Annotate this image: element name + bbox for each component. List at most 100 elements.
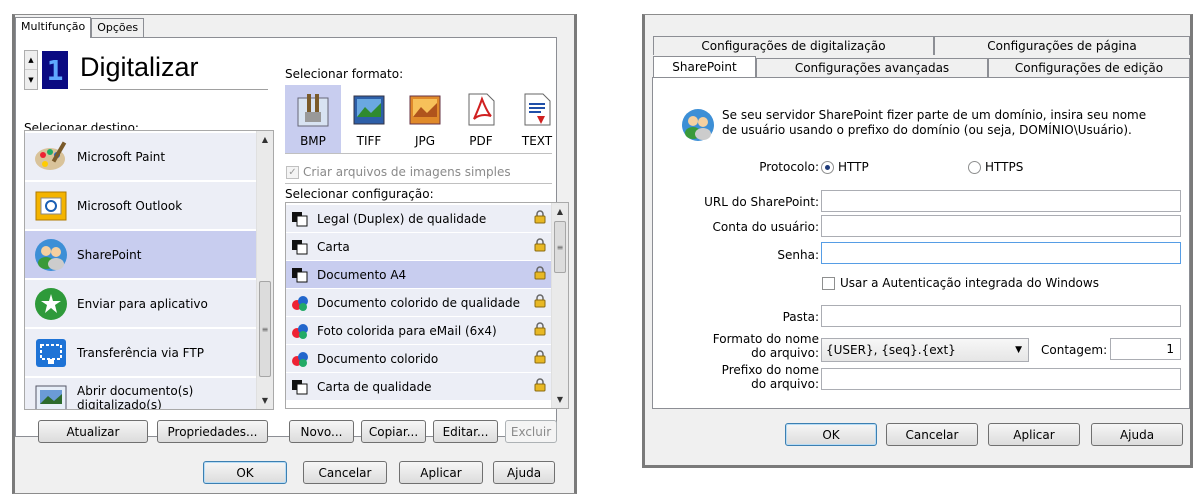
destination-label: Enviar para aplicativo [77,296,208,311]
destination-scrollbar[interactable]: ▲ ≡ ▼ [256,131,273,409]
tab-sharepoint[interactable]: SharePoint [653,56,756,77]
simple-images-label: Criar arquivos de imagens simples [303,165,511,179]
destination-label: Microsoft Outlook [77,198,183,213]
tab-scan-settings[interactable]: Configurações de digitalização [653,36,934,55]
lock-icon [534,294,546,308]
outlook-icon [35,191,67,220]
title-divider [80,89,268,90]
filename-prefix-label: Prefixo do nome do arquivo: [660,363,819,391]
color-doc-icon [292,351,308,367]
list-item[interactable]: Documento colorido de qualidade [286,289,552,316]
filename-format-label-line1: Formato do nome [712,332,819,346]
tab-advanced-settings[interactable]: Configurações avançadas [756,58,988,77]
scroll-up-icon[interactable]: ▲ [257,131,273,148]
list-item[interactable]: Documento colorido [286,345,552,372]
filename-format-label-line2: do arquivo: [751,346,819,360]
spin-up-icon[interactable]: ▲ [25,51,37,70]
list-item[interactable]: Microsoft Paint [25,133,257,180]
list-item[interactable]: Legal (Duplex) de qualidade [286,205,552,232]
destination-list[interactable]: Microsoft Paint Microsoft Outlook ShareP… [24,130,274,410]
format-selector: BMP TIFF JPG PDF TEXT [285,85,565,153]
list-item[interactable]: Documento A4 [286,261,552,288]
edit-button[interactable]: Editar... [433,420,498,443]
spin-down-icon[interactable]: ▼ [25,70,37,89]
tiff-icon [353,95,385,125]
http-label: HTTP [838,160,869,174]
http-radio[interactable] [821,161,834,174]
simple-images-checkbox[interactable]: ✓ [286,166,299,179]
lcd-digit-display: 1 [42,51,68,89]
new-button[interactable]: Novo... [289,420,354,443]
configuration-scrollbar[interactable]: ▲ ≡ ▼ [551,203,568,408]
select-format-label: Selecionar formato: [285,67,404,81]
list-item[interactable]: Enviar para aplicativo [25,280,257,327]
properties-button[interactable]: Propriedades... [157,420,268,443]
cancel-button[interactable]: Cancelar [886,423,978,446]
format-tiff[interactable]: TIFF [341,85,397,153]
send-app-icon [35,287,67,320]
help-button[interactable]: Ajuda [493,461,555,484]
tab-page-settings[interactable]: Configurações de página [934,36,1190,55]
format-label: TEXT [521,134,553,148]
info-text-line2: de usuário usando o prefixo do domínio (… [722,123,1132,137]
apply-button[interactable]: Aplicar [399,461,483,484]
scroll-thumb[interactable]: ≡ [259,281,271,377]
count-field[interactable]: 1 [1110,338,1181,360]
button-number-spinner[interactable]: ▲ ▼ [24,50,38,90]
dropdown-arrow-icon: ▼ [1015,345,1022,355]
cancel-button[interactable]: Cancelar [303,461,387,484]
help-button[interactable]: Ajuda [1091,423,1183,446]
format-bmp[interactable]: BMP [285,85,341,153]
destination-label: Transferência via FTP [77,345,204,360]
list-item[interactable]: Carta [286,233,552,260]
config-label: Carta [317,239,350,254]
protocol-label: Protocolo: [759,160,819,174]
folder-field[interactable] [821,305,1181,327]
filename-prefix-label-line1: Prefixo do nome [721,363,819,377]
left-tabs: Multifunção Opções [15,17,145,38]
tab-edit-settings[interactable]: Configurações de edição [988,58,1190,77]
lock-icon [534,238,546,252]
format-label: PDF [469,134,493,148]
list-item[interactable]: Abrir documento(s) digitalizado(s) [25,378,257,409]
format-jpg[interactable]: JPG [397,85,453,153]
tab-multifuncao[interactable]: Multifunção [15,17,92,38]
windows-auth-checkbox[interactable] [822,277,835,290]
delete-button[interactable]: Excluir [505,420,557,443]
filename-format-select[interactable]: {USER}, {seq}.{ext} ▼ [821,338,1029,362]
list-item[interactable]: Microsoft Outlook [25,182,257,229]
sharepoint-users-icon [682,109,714,141]
tab-opcoes[interactable]: Opções [91,18,145,37]
jpg-icon [409,95,441,125]
color-doc-icon [292,323,308,339]
scroll-up-icon[interactable]: ▲ [552,203,568,220]
ok-button[interactable]: OK [203,461,287,484]
lock-icon [534,378,546,392]
filename-format-label: Formato do nome do arquivo: [660,332,819,360]
config-label: Foto colorida para eMail (6x4) [317,323,497,338]
config-label: Carta de qualidade [317,379,432,394]
list-item[interactable]: Carta de qualidade [286,373,552,400]
list-item[interactable]: Foto colorida para eMail (6x4) [286,317,552,344]
scroll-thumb[interactable]: ≡ [554,221,566,273]
password-field[interactable] [821,242,1181,264]
scroll-down-icon[interactable]: ▼ [257,392,273,409]
destination-label: Microsoft Paint [77,149,166,164]
https-radio[interactable] [968,161,981,174]
configuration-list[interactable]: Legal (Duplex) de qualidade Carta Docume… [285,202,569,409]
apply-button[interactable]: Aplicar [988,423,1080,446]
list-item[interactable]: SharePoint [25,231,257,278]
format-text[interactable]: TEXT [509,85,565,153]
filename-prefix-label-line2: do arquivo: [751,377,819,391]
ok-button[interactable]: OK [785,423,877,446]
sharepoint-url-field[interactable] [821,190,1181,212]
count-label: Contagem: [1041,343,1108,357]
user-account-field[interactable] [821,215,1181,237]
list-item[interactable]: Transferência via FTP [25,329,257,376]
refresh-button[interactable]: Atualizar [38,420,148,443]
scroll-down-icon[interactable]: ▼ [552,391,568,408]
copy-button[interactable]: Copiar... [361,420,426,443]
filename-prefix-field[interactable] [821,368,1181,390]
config-label: Documento colorido [317,351,439,366]
format-pdf[interactable]: PDF [453,85,509,153]
